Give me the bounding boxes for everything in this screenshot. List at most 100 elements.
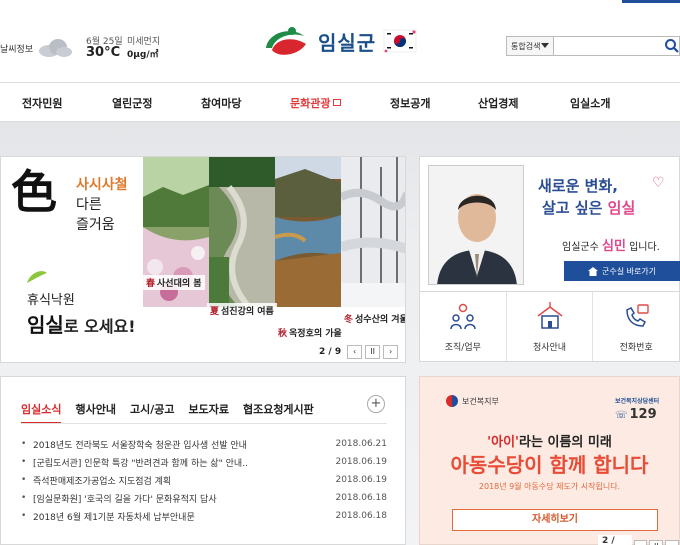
weather-label: 날씨정보 [0, 44, 34, 55]
cloud-icon [37, 38, 73, 58]
fine-dust-value: 0μg/㎥ [127, 50, 159, 60]
news-title: [군립도서관] 인문학 특강 "반려견과 함께 하는 삶" 안내.. [33, 458, 248, 469]
news-date: 2018.06.18 [335, 493, 387, 503]
news-tabs: 임실소식 행사안내 고시/공고 보도자료 협조요청게시판 [21, 401, 314, 424]
banner-page-indicator: 2 / 9 [319, 347, 342, 357]
banner-welcome-place: 임실 [27, 313, 64, 337]
news-date: 2018.06.19 [335, 475, 387, 485]
nav-item-participation[interactable]: 참여마당 [201, 95, 241, 111]
promo-headline-1: '아이'라는 이름의 미래 [420, 431, 679, 450]
org-chart-icon [450, 303, 476, 330]
search-scope-value: 통합검색 [511, 42, 541, 51]
weather-temperature: 30°C [86, 45, 121, 60]
list-item[interactable]: • 2018년 6월 제1기분 자동차세 납부안내문 2018.06.18 [21, 507, 387, 525]
hotline-center: 보건복지상담센터 [615, 398, 660, 405]
list-item[interactable]: • [임실문화원] '호국의 길을 가다' 문화유적지 답사 2018.06.18 [21, 489, 387, 507]
promo-next-button[interactable]: › [665, 539, 680, 545]
top-accent-bar [622, 0, 680, 3]
promo-subtitle: 2018년 9월 아동수당 제도가 시작됩니다. [478, 482, 621, 491]
search-scope-select[interactable]: 통합검색 [506, 36, 554, 56]
caption-autumn-text: 옥정호의 가을 [289, 329, 342, 339]
list-item[interactable]: • 2018년도 전라북도 서울장학숙 청운관 입사생 선발 안내 2018.06.… [21, 435, 387, 453]
list-item[interactable]: • [군립도서관] 인문학 특강 "반려견과 함께 하는 삶" 안내.. 2018.… [21, 453, 387, 471]
nav-item-culture-tourism[interactable]: 문화관광 [290, 95, 342, 111]
season-char-spring: 春 [146, 279, 156, 289]
mayor-name: 심민 [601, 239, 626, 254]
logo-text: 임실군 [318, 30, 377, 55]
nav-item-about-imsil[interactable]: 임실소개 [570, 95, 610, 111]
tourism-banner[interactable]: 色 사시사철 다른 즐거움 휴식낙원 임실로 오세요! 春 사선대의 봄 夏 섬… [0, 156, 406, 363]
mayor-slogan-main: 살고 싶은 [542, 199, 608, 217]
banner-next-button[interactable]: › [383, 345, 399, 359]
quick-link-phone-directory[interactable]: 전화번호 [593, 292, 679, 361]
news-date: 2018.06.18 [335, 511, 387, 521]
fine-dust-label: 미세먼지 [127, 37, 161, 47]
external-link-icon [333, 99, 342, 106]
nav-item-industry-economy[interactable]: 산업경제 [478, 95, 518, 111]
tab-imsil-news[interactable]: 임실소식 [21, 401, 62, 424]
child-allowance-promo[interactable]: 보건복지부 보건복지상담센터 ☏ 129 '아이'라는 이름의 미래 아동수당이 함… [419, 376, 680, 545]
caption-autumn: 秋 옥정호의 가을 [275, 325, 345, 340]
hotline-number: 129 [629, 407, 657, 422]
search-bar: 통합검색 [506, 36, 680, 56]
quick-link-label: 조직/업무 [444, 343, 481, 353]
promo-headline-quote: '아이' [487, 435, 520, 450]
news-board: 임실소식 행사안내 고시/공고 보도자료 협조요청게시판 + • 2018년도 전… [0, 376, 406, 545]
tab-cooperation-board[interactable]: 협조요청게시판 [243, 401, 314, 424]
search-input[interactable] [554, 36, 680, 56]
promo-pause-button[interactable]: II [649, 539, 664, 545]
mayor-slogan-line2: 살고 싶은 임실 [542, 197, 635, 218]
banner-line-3: 즐거움 [76, 217, 115, 233]
site-logo[interactable]: 임실군 [262, 22, 376, 60]
autumn-photo [275, 157, 341, 307]
banner-pager: 2 / 9 ‹ II › [319, 345, 399, 359]
hotline-badge: 보건복지상담센터 ☏ 129 [615, 392, 679, 422]
banner-sub-title: 휴식낙원 [27, 293, 75, 308]
tab-events[interactable]: 행사안내 [75, 401, 115, 424]
season-char-winter: 冬 [344, 315, 354, 325]
quick-link-organization[interactable]: 조직/업무 [420, 292, 507, 361]
leaf-icon [27, 271, 47, 283]
mayor-office-button[interactable]: 군수실 바로가기 [564, 261, 680, 281]
news-date: 2018.06.19 [335, 457, 387, 467]
banner-prev-button[interactable]: ‹ [347, 345, 363, 359]
banner-headline: 사시사철 다른 즐거움 [76, 175, 128, 235]
quick-link-label: 전화번호 [619, 343, 653, 353]
tab-press-releases[interactable]: 보도자료 [188, 401, 228, 424]
mayor-title-suffix: 입니다. [625, 242, 660, 253]
top-header: 날씨정보 6월 25일 30°C 미세먼지 0μg/㎥ 임실군 통합검색 [0, 0, 680, 82]
mayor-title-prefix: 임실군수 [562, 242, 602, 253]
quick-links: 조직/업무 청사안내 전화번호 [419, 292, 680, 362]
quick-link-label: 청사안내 [532, 343, 567, 353]
list-item[interactable]: • 즉석판매제조가공업소 지도점검 계획 2018.06.19 [21, 471, 387, 489]
news-title: [임실문화원] '호국의 길을 가다' 문화유적지 답사 [33, 494, 217, 505]
bullet: • [21, 457, 27, 467]
promo-details-button[interactable]: 자세히보기 [452, 509, 658, 531]
mayor-slogan-highlight: 임실 [607, 199, 636, 217]
summer-photo [209, 157, 275, 307]
bullet: • [21, 493, 27, 503]
tab-notices[interactable]: 고시/공고 [130, 401, 175, 424]
caption-summer-text: 섬진강의 여름 [221, 307, 274, 317]
bullet: • [21, 439, 27, 449]
caption-winter: 冬 성수산의 겨울 [341, 311, 405, 326]
season-char-summer: 夏 [210, 307, 220, 317]
search-icon[interactable] [664, 38, 680, 54]
main-navigation: 전자민원 열린군정 참여마당 문화관광 정보공개 산업경제 임실소개 [0, 82, 680, 122]
nav-item-civil-service[interactable]: 전자민원 [22, 95, 62, 111]
more-news-button[interactable]: + [367, 395, 385, 413]
quick-link-office-guide[interactable]: 청사안내 [507, 292, 594, 361]
building-icon [537, 302, 562, 329]
banner-line-2: 다른 [76, 197, 102, 213]
bullet: • [21, 475, 27, 485]
nav-item-open-government[interactable]: 열린군정 [112, 95, 152, 111]
banner-pause-button[interactable]: II [365, 345, 381, 359]
nav-item-information-disclosure[interactable]: 정보공개 [390, 95, 430, 111]
banner-calligraphy-char: 色 [11, 165, 57, 219]
news-title: 2018년도 전라북도 서울장학숙 청운관 입사생 선발 안내 [33, 440, 247, 451]
promo-prev-button[interactable]: ‹ [633, 539, 648, 545]
korean-flag-icon [383, 29, 417, 53]
mayor-slogan-line1: 새로운 변화, [538, 177, 618, 195]
season-photo-strip: 春 사선대의 봄 夏 섬진강의 여름 秋 옥정호의 가을 冬 성수산의 겨울 [143, 157, 405, 340]
phone-icon: ☏ [615, 410, 628, 421]
